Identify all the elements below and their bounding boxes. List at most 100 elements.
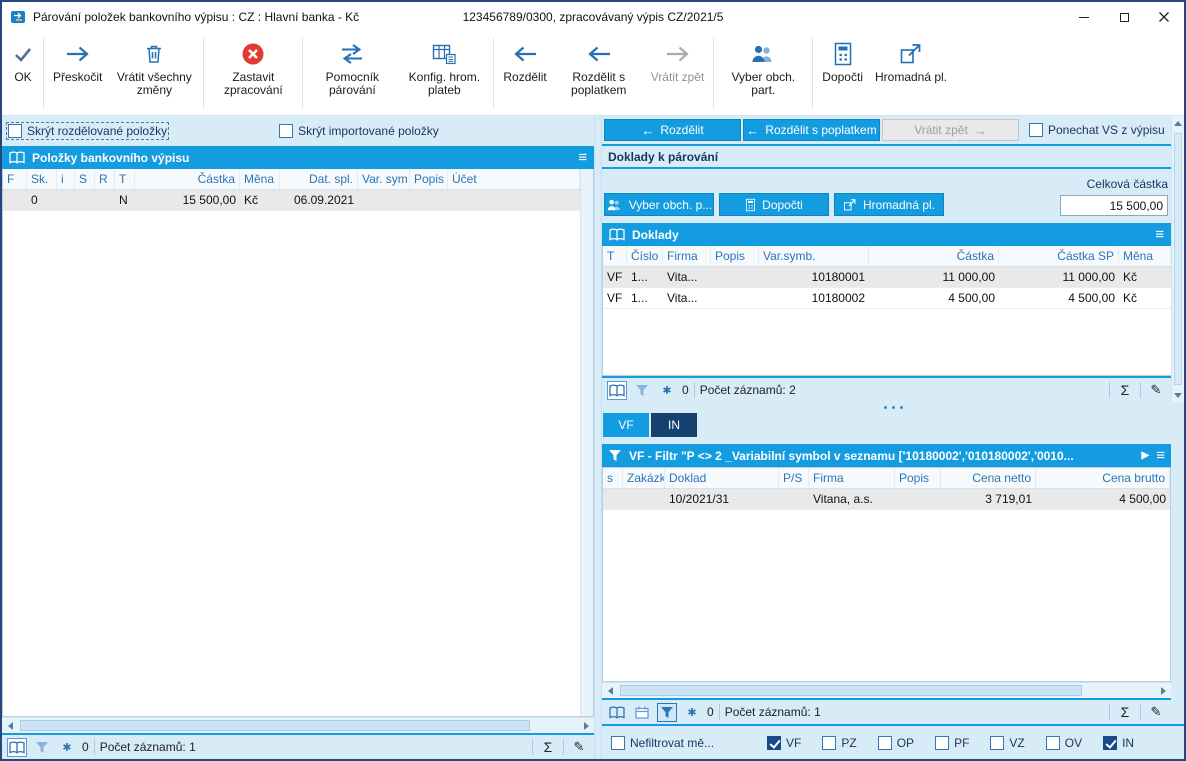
column-header[interactable]: Měna bbox=[240, 169, 280, 189]
column-header[interactable]: Popis bbox=[711, 246, 759, 266]
column-header[interactable]: Zakázka bbox=[623, 468, 665, 488]
menu-icon[interactable]: ≡ bbox=[578, 150, 587, 165]
freeze-icon[interactable]: ✱ bbox=[657, 381, 677, 400]
edit-pencil-icon[interactable]: ✎ bbox=[569, 738, 589, 757]
column-header[interactable]: Částka bbox=[869, 246, 999, 266]
vertical-scrollbar[interactable] bbox=[580, 169, 593, 716]
revert-all-button[interactable]: Vrátit všechny změny bbox=[108, 32, 200, 115]
filter-checkbox-vz[interactable]: VZ bbox=[990, 735, 1025, 750]
bulk-payment-button[interactable]: Hromadná pl. bbox=[869, 32, 953, 115]
menu-icon[interactable]: ≡ bbox=[1155, 227, 1164, 242]
bulk-payment-small-button[interactable]: Hromadná pl. bbox=[834, 193, 944, 216]
edit-pencil-icon[interactable]: ✎ bbox=[1146, 703, 1166, 722]
scro ll-track[interactable] bbox=[618, 683, 1155, 698]
calendar-icon[interactable] bbox=[632, 703, 652, 722]
filter-checkbox-op[interactable]: OP bbox=[877, 735, 914, 750]
scroll-right-arrow[interactable] bbox=[1155, 683, 1171, 698]
column-header[interactable]: i bbox=[57, 169, 75, 189]
calculate-small-button[interactable]: Dopočti bbox=[719, 193, 829, 216]
column-header[interactable]: R bbox=[95, 169, 115, 189]
scroll-up-arrow[interactable] bbox=[1172, 116, 1184, 130]
column-header[interactable]: P/S bbox=[779, 468, 809, 488]
horizontal-scrollbar[interactable] bbox=[602, 682, 1171, 698]
columns-book-icon[interactable] bbox=[7, 737, 27, 757]
column-header[interactable]: s bbox=[603, 468, 623, 488]
undo-action-button[interactable]: Vrátit zpět → bbox=[882, 119, 1019, 141]
undo-button[interactable]: Vrátit zpět bbox=[645, 32, 711, 115]
freeze-icon[interactable]: ✱ bbox=[682, 703, 702, 722]
column-header[interactable]: Var. sym bbox=[358, 169, 410, 189]
hide-imported-items-checkbox[interactable]: Skrýt importované položky bbox=[279, 124, 439, 138]
filter-checkbox-pz[interactable]: PZ bbox=[822, 735, 857, 750]
column-header[interactable]: Číslo bbox=[627, 246, 663, 266]
filter-checkbox-vf[interactable]: VF bbox=[767, 735, 801, 750]
column-header[interactable]: Částka SP bbox=[999, 246, 1119, 266]
freeze-icon[interactable]: ✱ bbox=[57, 738, 77, 757]
bulk-payment-config-button[interactable]: Konfig. hrom. plateb bbox=[398, 32, 490, 115]
tab-vf[interactable]: VF bbox=[603, 413, 649, 437]
scroll-left-arrow[interactable] bbox=[602, 683, 618, 698]
keep-vs-checkbox[interactable]: Ponechat VS z výpisu bbox=[1029, 123, 1165, 137]
column-header[interactable]: Var.symb. bbox=[759, 246, 869, 266]
column-header[interactable]: Firma bbox=[809, 468, 895, 488]
scroll-track[interactable] bbox=[18, 718, 578, 733]
filter-icon[interactable] bbox=[32, 738, 52, 757]
table-row[interactable]: 0 N 15 500,00 Kč 06.09.2021 bbox=[3, 190, 580, 211]
column-header[interactable]: F bbox=[3, 169, 27, 189]
column-header[interactable]: Částka bbox=[135, 169, 240, 189]
select-partner-small-button[interactable]: Vyber obch. p... bbox=[604, 193, 714, 216]
scroll-right-arrow[interactable] bbox=[578, 718, 594, 733]
sum-icon[interactable]: Σ bbox=[1115, 381, 1135, 400]
pairing-helper-button[interactable]: Pomocník párování bbox=[306, 32, 398, 115]
columns-book-icon[interactable] bbox=[607, 380, 627, 400]
close-button[interactable] bbox=[1144, 2, 1184, 32]
column-header[interactable]: Cena netto bbox=[941, 468, 1036, 488]
split-fee-action-button[interactable]: ← Rozdělit s poplatkem bbox=[743, 119, 880, 141]
calculate-button[interactable]: Dopočti bbox=[816, 32, 869, 115]
edit-pencil-icon[interactable]: ✎ bbox=[1146, 381, 1166, 400]
split-with-fee-button[interactable]: Rozdělit s poplatkem bbox=[553, 32, 645, 115]
column-header[interactable]: Firma bbox=[663, 246, 711, 266]
split-action-button[interactable]: ← Rozdělit bbox=[604, 119, 741, 141]
hide-split-items-checkbox[interactable]: Skrýt rozdělované položky bbox=[5, 122, 170, 140]
sum-icon[interactable]: Σ bbox=[538, 738, 558, 757]
split-button[interactable]: Rozdělit bbox=[497, 32, 552, 115]
table-row[interactable]: 10/2021/31 Vitana, a.s. 3 719,01 4 500,0… bbox=[603, 489, 1170, 510]
skip-button[interactable]: Přeskočit bbox=[47, 32, 108, 115]
total-amount-field[interactable]: 15 500,00 bbox=[1060, 195, 1168, 216]
scroll-down-arrow[interactable] bbox=[1172, 388, 1184, 402]
filter-icon[interactable] bbox=[632, 381, 652, 400]
filter-checkbox-in[interactable]: IN bbox=[1103, 735, 1134, 750]
play-icon[interactable]: ▶ bbox=[1142, 450, 1150, 461]
column-header[interactable]: Sk. bbox=[27, 169, 57, 189]
column-header[interactable]: Cena brutto bbox=[1036, 468, 1170, 488]
sum-icon[interactable]: Σ bbox=[1115, 703, 1135, 722]
horizontal-scrollbar[interactable] bbox=[2, 717, 594, 733]
column-header[interactable]: Popis bbox=[895, 468, 941, 488]
minimize-button[interactable] bbox=[1064, 2, 1104, 32]
columns-book-icon[interactable] bbox=[607, 703, 627, 722]
filter-checkbox-pf[interactable]: PF bbox=[935, 735, 969, 750]
column-header[interactable]: Popis bbox=[410, 169, 448, 189]
filter-checkbox-ov[interactable]: OV bbox=[1045, 735, 1082, 750]
menu-icon[interactable]: ≡ bbox=[1156, 448, 1165, 463]
tab-in[interactable]: IN bbox=[651, 413, 697, 437]
section-splitter[interactable] bbox=[602, 402, 1184, 412]
column-header[interactable]: Dat. spl. bbox=[280, 169, 358, 189]
stop-processing-button[interactable]: Zastavit zpracování bbox=[207, 32, 299, 115]
column-header[interactable]: T bbox=[115, 169, 135, 189]
column-header[interactable]: S bbox=[75, 169, 95, 189]
column-header[interactable]: Účet bbox=[448, 169, 580, 189]
table-row[interactable]: VF 1... Vita... 10180001 11 000,00 11 00… bbox=[603, 267, 1171, 288]
no-currency-filter-checkbox[interactable]: Nefiltrovat mě... bbox=[611, 735, 714, 750]
panel-splitter[interactable] bbox=[594, 116, 602, 759]
column-header[interactable]: T bbox=[603, 246, 627, 266]
select-partner-button[interactable]: Vyber obch. part. bbox=[717, 32, 809, 115]
scroll-left-arrow[interactable] bbox=[2, 718, 18, 733]
table-row[interactable]: VF 1... Vita... 10180002 4 500,00 4 500,… bbox=[603, 288, 1171, 309]
scroll-track[interactable] bbox=[1173, 131, 1183, 387]
column-header[interactable]: Měna bbox=[1119, 246, 1171, 266]
filter-active-icon[interactable] bbox=[657, 702, 677, 722]
column-header[interactable]: Doklad bbox=[665, 468, 779, 488]
vertical-scrollbar[interactable] bbox=[1171, 116, 1184, 402]
